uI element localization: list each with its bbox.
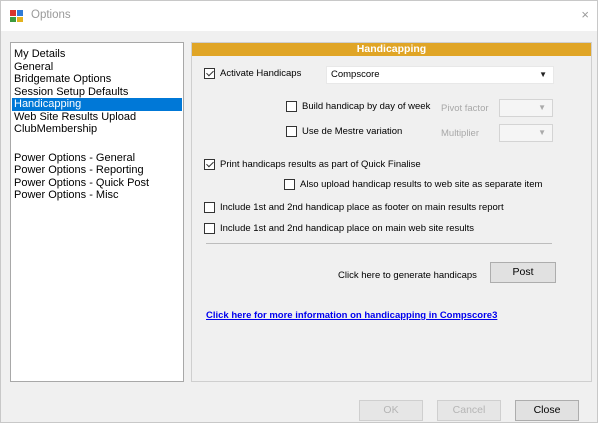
- checkbox-box[interactable]: [286, 126, 297, 137]
- close-icon[interactable]: ×: [581, 7, 589, 22]
- activate-handicaps-checkbox[interactable]: Activate Handicaps: [204, 68, 301, 79]
- upload-separate-label: Also upload handicap results to web site…: [300, 179, 543, 190]
- multiplier-label: Multiplier: [441, 128, 480, 139]
- panel-header: Handicapping: [192, 43, 591, 56]
- build-by-day-checkbox[interactable]: Build handicap by day of week: [286, 101, 430, 112]
- window-title: Options: [31, 9, 71, 21]
- handicap-method-select[interactable]: Compscore ▼: [326, 66, 554, 84]
- handicapping-panel: Handicapping Activate Handicaps Compscor…: [191, 42, 592, 382]
- nav-item[interactable]: Session Setup Defaults: [12, 86, 182, 99]
- nav-item[interactable]: Web Site Results Upload: [12, 111, 182, 124]
- nav-item[interactable]: ClubMembership: [12, 123, 182, 136]
- handicap-method-value: Compscore: [331, 69, 380, 80]
- divider: [206, 243, 552, 244]
- multiplier-select[interactable]: ▼: [499, 124, 553, 142]
- nav-group-gap: [11, 136, 183, 152]
- de-mestre-checkbox[interactable]: Use de Mestre variation: [286, 126, 402, 137]
- print-results-checkbox[interactable]: Print handicaps results as part of Quick…: [204, 159, 421, 170]
- options-dialog: Options × My Details General Bridgemate Op…: [0, 0, 598, 423]
- checkbox-box[interactable]: [284, 179, 295, 190]
- footer-report-checkbox[interactable]: Include 1st and 2nd handicap place as fo…: [204, 202, 504, 213]
- nav-item[interactable]: Power Options - Reporting: [12, 164, 182, 177]
- checkbox-box[interactable]: [286, 101, 297, 112]
- nav-item[interactable]: General: [12, 61, 182, 74]
- nav-item[interactable]: Power Options - Misc: [12, 189, 182, 202]
- cancel-button[interactable]: Cancel: [437, 400, 501, 421]
- nav-item[interactable]: Bridgemate Options: [12, 73, 182, 86]
- chevron-down-icon: ▼: [538, 128, 546, 137]
- print-results-label: Print handicaps results as part of Quick…: [220, 159, 421, 170]
- chevron-down-icon: ▼: [539, 70, 547, 79]
- nav-item[interactable]: My Details: [12, 48, 182, 61]
- post-button[interactable]: Post: [490, 262, 556, 283]
- chevron-down-icon: ▼: [538, 103, 546, 112]
- options-category-list[interactable]: My Details General Bridgemate Options Sessi…: [10, 42, 184, 382]
- de-mestre-label: Use de Mestre variation: [302, 126, 403, 137]
- generate-handicaps-label: Click here to generate handicaps: [338, 270, 477, 281]
- nav-item[interactable]: Power Options - Quick Post: [12, 177, 182, 190]
- pivot-factor-select[interactable]: ▼: [499, 99, 553, 117]
- title-bar: Options ×: [1, 1, 597, 31]
- build-by-day-label: Build handicap by day of week: [302, 101, 431, 112]
- web-results-checkbox[interactable]: Include 1st and 2nd handicap place on ma…: [204, 223, 474, 234]
- activate-handicaps-label: Activate Handicaps: [220, 68, 302, 79]
- upload-separate-checkbox[interactable]: Also upload handicap results to web site…: [284, 179, 542, 190]
- nav-item[interactable]: Handicapping: [12, 98, 182, 111]
- pivot-factor-label: Pivot factor: [441, 103, 489, 114]
- options-app-icon: [10, 10, 23, 22]
- checkbox-box[interactable]: [204, 223, 215, 234]
- checkbox-box[interactable]: [204, 202, 215, 213]
- nav-item[interactable]: Power Options - General: [12, 152, 182, 165]
- web-results-label: Include 1st and 2nd handicap place on ma…: [220, 223, 475, 234]
- checkbox-box[interactable]: [204, 159, 215, 170]
- checkbox-box[interactable]: [204, 68, 215, 79]
- close-button[interactable]: Close: [515, 400, 579, 421]
- handicapping-info-link[interactable]: Click here for more information on handi…: [206, 310, 497, 321]
- ok-button[interactable]: OK: [359, 400, 423, 421]
- footer-report-label: Include 1st and 2nd handicap place as fo…: [220, 202, 504, 213]
